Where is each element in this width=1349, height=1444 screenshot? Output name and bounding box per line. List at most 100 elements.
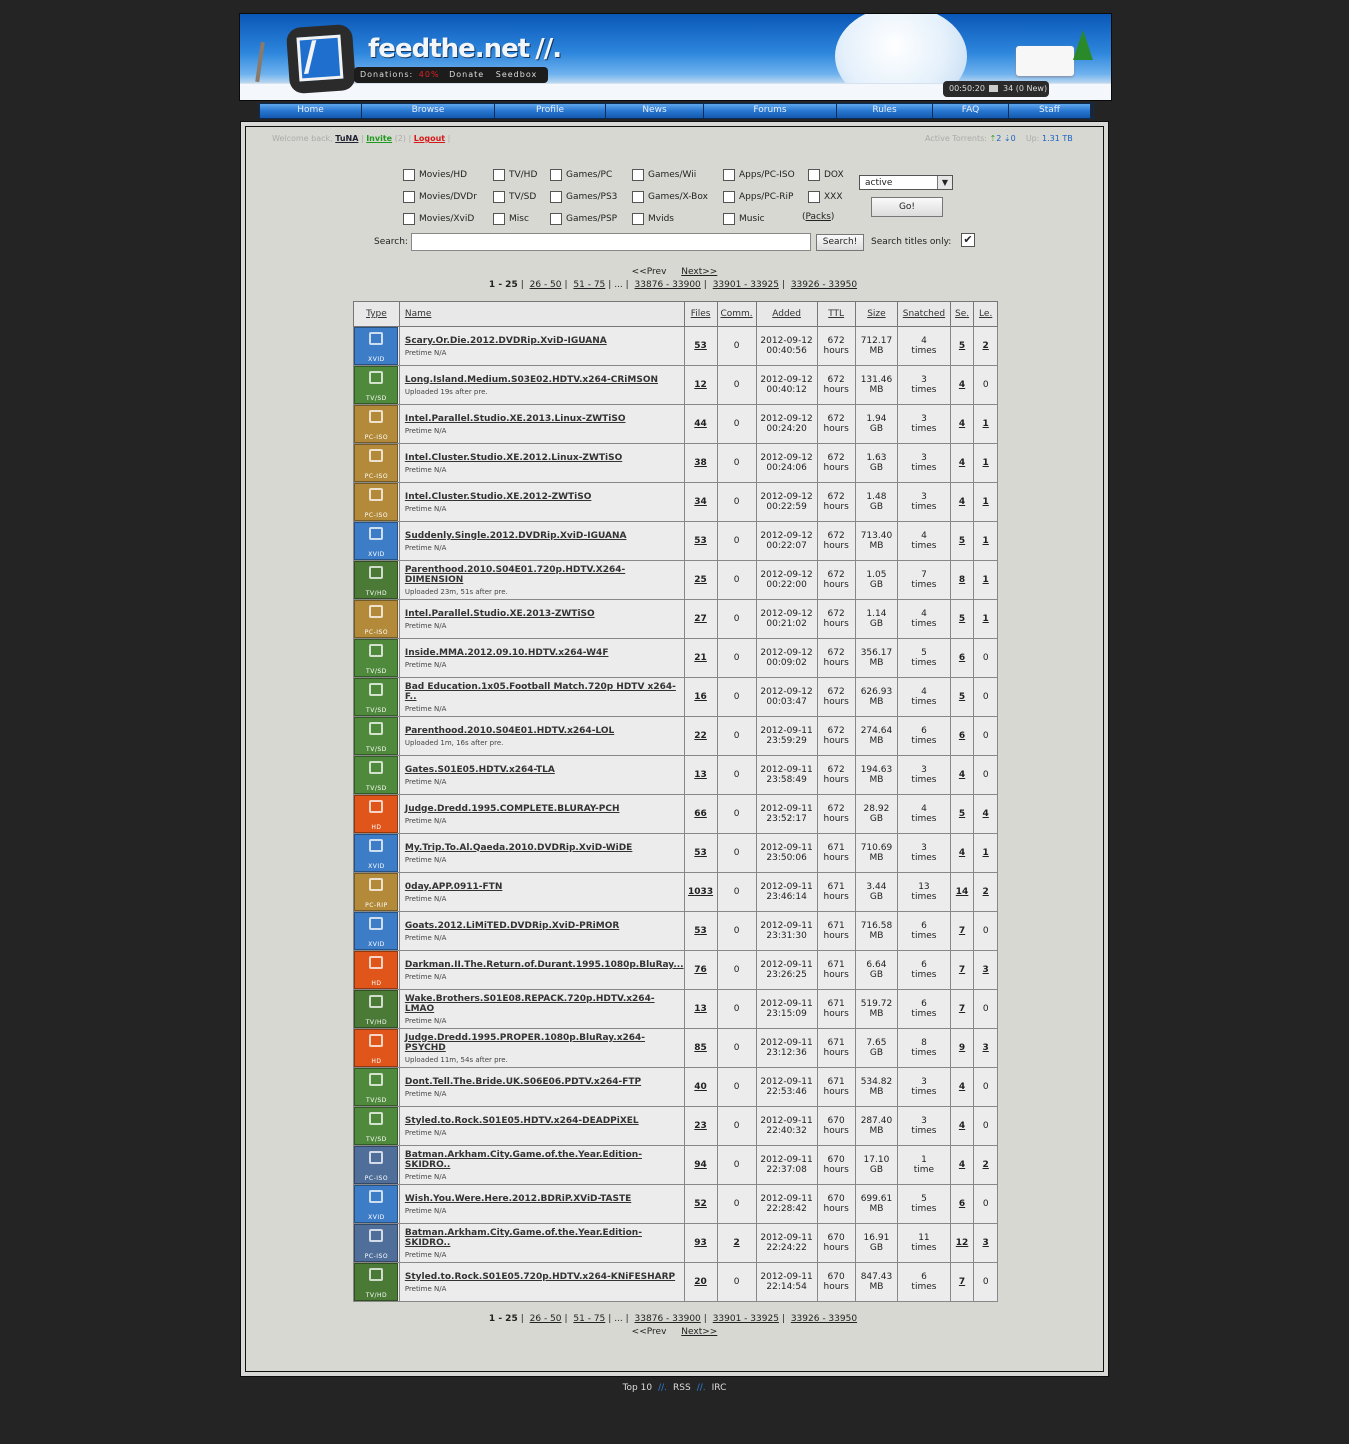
- message-count[interactable]: 34 (0 New): [1003, 84, 1047, 93]
- files-link[interactable]: 53: [694, 926, 707, 936]
- seeders-link[interactable]: 7: [959, 965, 965, 975]
- category-icon[interactable]: TV/SD: [354, 678, 399, 716]
- packs-anchor[interactable]: Packs: [806, 212, 831, 222]
- sort-snatched[interactable]: Snatched: [903, 309, 945, 319]
- username-link[interactable]: TuNA: [335, 134, 358, 143]
- type-cell[interactable]: XVID: [353, 521, 400, 561]
- files-link[interactable]: 27: [694, 614, 707, 624]
- page-link[interactable]: 51 - 75: [573, 1314, 605, 1324]
- torrent-name-link[interactable]: Wish.You.Were.Here.2012.BDRiP.XViD-TASTE: [405, 1194, 631, 1204]
- torrent-name-link[interactable]: Batman.Arkham.City.Game.of.the.Year.Edit…: [405, 1150, 642, 1170]
- torrent-name-link[interactable]: Judge.Dredd.1995.PROPER.1080p.BluRay.x26…: [405, 1033, 645, 1053]
- page-link[interactable]: 33876 - 33900: [635, 1314, 701, 1324]
- leechers-link[interactable]: 3: [983, 1238, 989, 1248]
- seeders-link[interactable]: 8: [959, 575, 965, 585]
- seeders-link[interactable]: 4: [959, 380, 965, 390]
- category-checkbox[interactable]: DOX: [808, 169, 844, 181]
- type-cell[interactable]: TV/SD: [353, 365, 400, 405]
- files-link[interactable]: 76: [694, 965, 707, 975]
- type-cell[interactable]: TV/SD: [353, 1106, 400, 1146]
- nav-browse[interactable]: Browse: [362, 104, 495, 118]
- type-cell[interactable]: HD: [353, 950, 400, 990]
- chevron-down-icon[interactable]: ▼: [937, 176, 952, 189]
- seeders-link[interactable]: 5: [959, 341, 965, 351]
- files-link[interactable]: 52: [694, 1199, 707, 1209]
- packs-link[interactable]: (Packs): [802, 212, 834, 222]
- seeders-link[interactable]: 6: [959, 731, 965, 741]
- torrent-name-link[interactable]: Wake.Brothers.S01E08.REPACK.720p.HDTV.x2…: [405, 994, 655, 1014]
- seeders-link[interactable]: 5: [959, 692, 965, 702]
- page-link[interactable]: 26 - 50: [530, 1314, 562, 1324]
- category-icon[interactable]: TV/SD: [354, 756, 399, 794]
- site-logo-icon[interactable]: /: [285, 23, 357, 95]
- category-checkbox[interactable]: Misc: [493, 213, 529, 225]
- seeders-link[interactable]: 4: [959, 419, 965, 429]
- torrent-name-link[interactable]: My.Trip.To.Al.Qaeda.2010.DVDRip.XviD-WiD…: [405, 843, 632, 853]
- files-link[interactable]: 23: [694, 1121, 707, 1131]
- status-select[interactable]: active ▼: [859, 175, 953, 190]
- type-cell[interactable]: PC-ISO: [353, 1145, 400, 1185]
- category-icon[interactable]: PC-ISO: [354, 1224, 399, 1262]
- category-icon[interactable]: XVID: [354, 912, 399, 950]
- files-link[interactable]: 44: [694, 419, 707, 429]
- comments-link[interactable]: 2: [733, 1238, 739, 1248]
- type-cell[interactable]: PC-RIP: [353, 872, 400, 912]
- footer-rss-link[interactable]: RSS: [673, 1383, 691, 1393]
- category-icon[interactable]: TV/SD: [354, 366, 399, 404]
- torrent-name-link[interactable]: Suddenly.Single.2012.DVDRip.XviD-IGUANA: [405, 531, 627, 541]
- donate-link[interactable]: Donate: [449, 70, 484, 79]
- checkbox-icon[interactable]: [632, 169, 644, 181]
- seeders-link[interactable]: 4: [959, 848, 965, 858]
- type-cell[interactable]: PC-ISO: [353, 1223, 400, 1263]
- category-checkbox[interactable]: Games/X-Box: [632, 191, 708, 203]
- logout-link[interactable]: Logout: [414, 134, 445, 143]
- type-cell[interactable]: TV/SD: [353, 638, 400, 678]
- page-link[interactable]: 51 - 75: [573, 280, 605, 290]
- category-checkbox[interactable]: Games/Wii: [632, 169, 696, 181]
- checkbox-icon[interactable]: [403, 213, 415, 225]
- search-input[interactable]: [411, 233, 811, 251]
- files-link[interactable]: 21: [694, 653, 707, 663]
- nav-staff[interactable]: Staff: [1009, 104, 1091, 118]
- page-link[interactable]: 33901 - 33925: [713, 280, 779, 290]
- type-cell[interactable]: TV/HD: [353, 989, 400, 1029]
- seeders-link[interactable]: 14: [956, 887, 969, 897]
- files-link[interactable]: 22: [694, 731, 707, 741]
- category-icon[interactable]: TV/SD: [354, 1068, 399, 1106]
- sort-name[interactable]: Name: [405, 309, 432, 319]
- titles-only-checkbox[interactable]: ✔: [961, 233, 975, 247]
- torrent-name-link[interactable]: Goats.2012.LiMiTED.DVDRip.XviD-PRiMOR: [405, 921, 619, 931]
- files-link[interactable]: 1033: [688, 887, 713, 897]
- leechers-link[interactable]: 1: [983, 419, 989, 429]
- type-cell[interactable]: XVID: [353, 1184, 400, 1224]
- torrent-name-link[interactable]: Dont.Tell.The.Bride.UK.S06E06.PDTV.x264-…: [405, 1077, 641, 1087]
- files-link[interactable]: 13: [694, 770, 707, 780]
- files-link[interactable]: 20: [694, 1277, 707, 1287]
- category-icon[interactable]: TV/HD: [354, 561, 399, 599]
- category-icon[interactable]: TV/SD: [354, 1107, 399, 1145]
- torrent-name-link[interactable]: 0day.APP.0911-FTN: [405, 882, 503, 892]
- seeders-link[interactable]: 5: [959, 536, 965, 546]
- category-checkbox[interactable]: Games/PC: [550, 169, 612, 181]
- next-link[interactable]: Next>>: [681, 1327, 717, 1337]
- category-icon[interactable]: PC-RIP: [354, 873, 399, 911]
- files-link[interactable]: 53: [694, 536, 707, 546]
- type-cell[interactable]: PC-ISO: [353, 599, 400, 639]
- category-icon[interactable]: TV/SD: [354, 717, 399, 755]
- type-cell[interactable]: XVID: [353, 833, 400, 873]
- page-link[interactable]: 33901 - 33925: [713, 1314, 779, 1324]
- seeders-link[interactable]: 7: [959, 1277, 965, 1287]
- category-checkbox[interactable]: Apps/PC-ISO: [723, 169, 795, 181]
- seeders-link[interactable]: 6: [959, 653, 965, 663]
- category-icon[interactable]: HD: [354, 795, 399, 833]
- leechers-link[interactable]: 1: [983, 458, 989, 468]
- category-checkbox[interactable]: Music: [723, 213, 765, 225]
- category-icon[interactable]: HD: [354, 951, 399, 989]
- category-icon[interactable]: PC-ISO: [354, 405, 399, 443]
- leechers-link[interactable]: 1: [983, 497, 989, 507]
- torrent-name-link[interactable]: Long.Island.Medium.S03E02.HDTV.x264-CRiM…: [405, 375, 658, 385]
- go-button[interactable]: Go!: [871, 197, 943, 217]
- torrent-name-link[interactable]: Intel.Parallel.Studio.XE.2013-ZWTiSO: [405, 609, 595, 619]
- leechers-link[interactable]: 1: [983, 614, 989, 624]
- seeders-link[interactable]: 4: [959, 458, 965, 468]
